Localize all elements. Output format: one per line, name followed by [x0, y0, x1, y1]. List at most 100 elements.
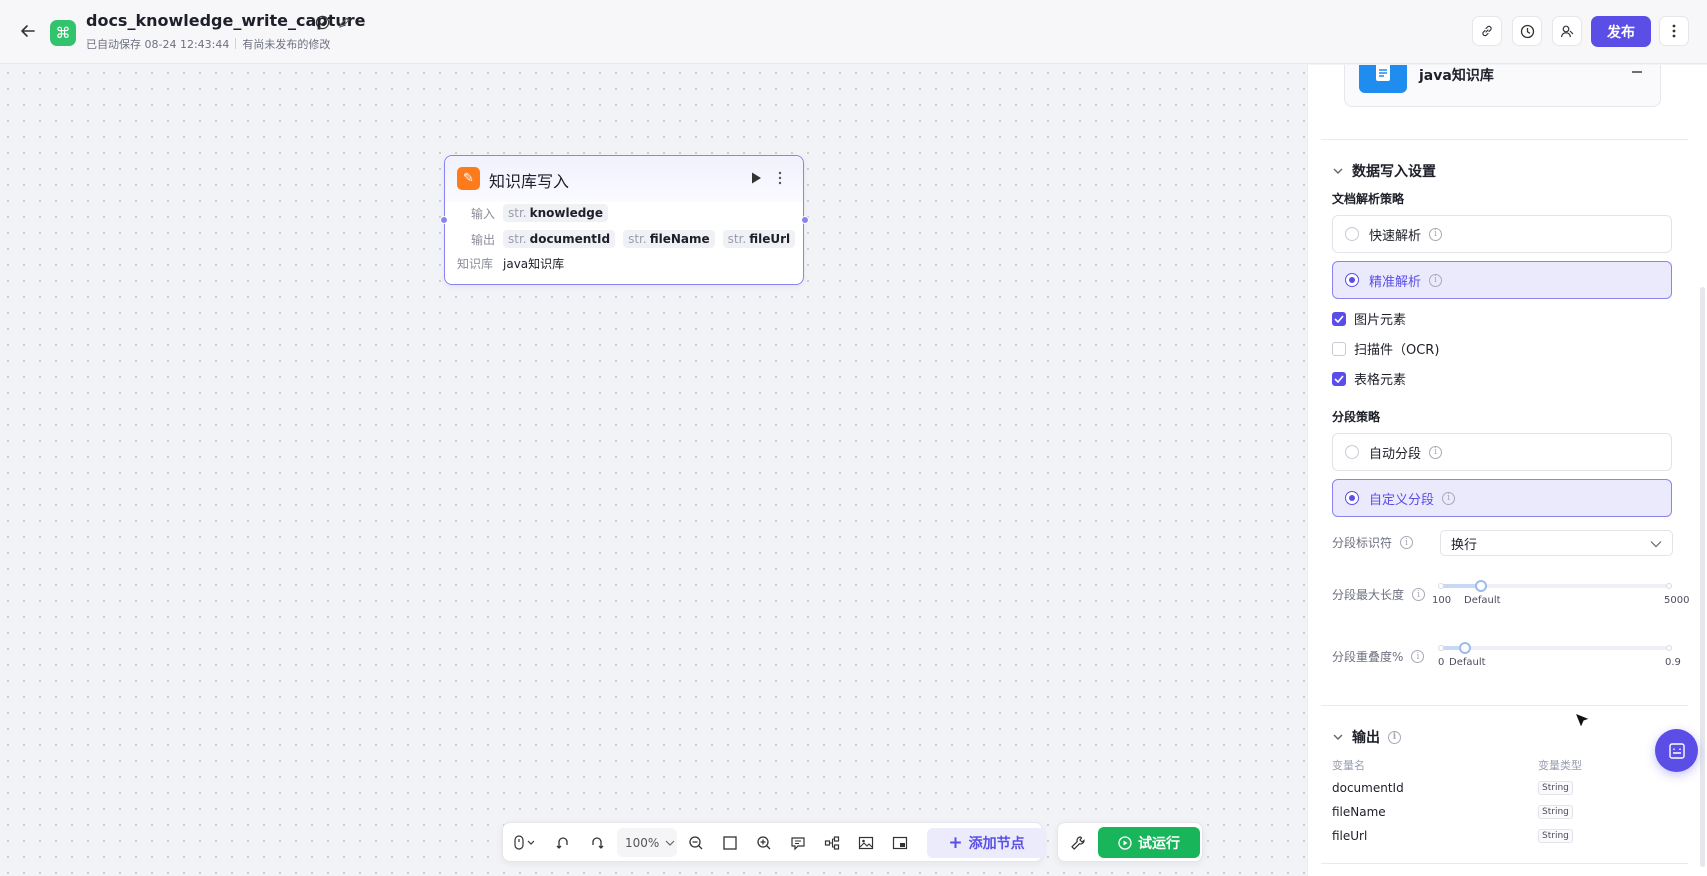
- autosave-text: 已自动保存 08-24 12:43:44: [86, 38, 230, 51]
- max-length-slider[interactable]: 100 Default 5000: [1432, 579, 1689, 609]
- info-icon: i: [1412, 588, 1426, 601]
- ocr-checkbox[interactable]: 扫描件（OCR): [1332, 339, 1439, 358]
- fast-parse-option[interactable]: 快速解析 i: [1332, 215, 1672, 253]
- comment-button[interactable]: [788, 833, 808, 853]
- fit-view-button[interactable]: [720, 833, 740, 853]
- info-icon: i: [1429, 445, 1443, 459]
- info-icon: i: [1429, 273, 1443, 287]
- slider-thumb[interactable]: [1459, 642, 1471, 654]
- table-elements-checkbox[interactable]: 表格元素: [1332, 369, 1406, 388]
- option-label: 快速解析: [1369, 228, 1422, 244]
- chevron-down-icon: [665, 840, 675, 846]
- var-type: str.: [727, 232, 747, 246]
- zoom-out-button[interactable]: [686, 833, 706, 853]
- comment-icon: [791, 837, 805, 851]
- back-arrow-icon[interactable]: [18, 21, 38, 41]
- more-vertical-icon: [1672, 24, 1676, 38]
- edit-pencil-icon[interactable]: [338, 15, 352, 29]
- output-var-tag: str. fileName: [623, 230, 715, 248]
- slider-default-label: Default: [1464, 595, 1501, 606]
- document-icon: [1359, 65, 1407, 93]
- assistant-icon: [1668, 742, 1685, 759]
- output-col-name: 变量名: [1332, 759, 1365, 772]
- input-port[interactable]: [440, 216, 448, 224]
- checkbox-label: 表格元素: [1354, 373, 1407, 388]
- save-status: 已自动保存 08-24 12:43:44 有尚未发布的修改: [86, 36, 330, 52]
- output-var-type: String: [1538, 805, 1573, 819]
- checkbox-label: 图片元素: [1354, 313, 1407, 328]
- checkbox-label: 扫描件（OCR): [1354, 343, 1440, 358]
- image-elements-checkbox[interactable]: 图片元素: [1332, 309, 1406, 328]
- node-kb-row: 知识库 java知识库: [457, 255, 564, 272]
- output-port[interactable]: [801, 216, 809, 224]
- auto-segment-option[interactable]: 自动分段 i: [1332, 433, 1672, 471]
- output-col-type: 变量类型: [1538, 759, 1582, 772]
- input-label: 输入: [470, 206, 495, 221]
- status-divider: [235, 38, 237, 49]
- knowledge-write-node[interactable]: ✎ 知识库写入 输入 str. knowledge 输出 str. document…: [440, 155, 809, 285]
- panel-scrollbar[interactable]: [1700, 287, 1705, 867]
- separator-label: 分段标识符: [1332, 536, 1393, 550]
- undo-button[interactable]: [553, 833, 573, 853]
- slider-min-dot: [1438, 645, 1444, 651]
- node-settings-panel: java知识库 数据写入设置 文档解析策略 快速解析 i 精准解析 i 图片元素…: [1307, 65, 1707, 876]
- var-name: knowledge: [529, 206, 604, 220]
- trial-run-label: 试运行: [1138, 835, 1180, 852]
- radio-button: [1345, 445, 1359, 459]
- zoom-select[interactable]: 100%: [617, 828, 677, 857]
- mouse-cursor-icon: [1573, 711, 1592, 730]
- option-label: 自定义分段: [1369, 492, 1435, 508]
- var-name: documentId: [529, 232, 611, 246]
- separator-select[interactable]: 换行: [1440, 530, 1673, 556]
- info-icon: i: [1442, 491, 1456, 505]
- overlap-slider[interactable]: 0 Default 0.9: [1438, 641, 1681, 671]
- slider-max-dot: [1666, 583, 1672, 589]
- link-button[interactable]: [1472, 16, 1502, 46]
- slider-track: [1439, 646, 1672, 650]
- more-menu-button[interactable]: [1659, 16, 1689, 46]
- chevron-down-icon: [1333, 168, 1343, 174]
- debug-tools-button[interactable]: [1068, 833, 1088, 853]
- unpublished-text: 有尚未发布的修改: [242, 38, 331, 51]
- output-section-header[interactable]: 输出 i: [1332, 727, 1401, 747]
- radio-button: [1345, 273, 1359, 287]
- play-circle-icon: [1118, 835, 1132, 850]
- chevron-down-icon: [1650, 541, 1662, 548]
- overlap-label-row: 分段重叠度% i: [1332, 648, 1425, 665]
- output-var-type: String: [1538, 829, 1573, 843]
- write-settings-header[interactable]: 数据写入设置: [1332, 161, 1436, 181]
- separator-label-row: 分段标识符 i: [1332, 534, 1414, 551]
- play-icon[interactable]: [749, 171, 763, 185]
- image-icon: [858, 836, 874, 850]
- remove-icon[interactable]: [1631, 66, 1643, 78]
- more-vertical-icon[interactable]: [775, 170, 785, 186]
- output-var-name: fileUrl: [1332, 829, 1368, 843]
- collaborators-button[interactable]: [1552, 16, 1582, 46]
- custom-segment-option[interactable]: 自定义分段 i: [1332, 479, 1672, 517]
- image-button[interactable]: [856, 833, 876, 853]
- trial-run-button[interactable]: 试运行: [1098, 827, 1200, 858]
- slider-max-label: 0.9: [1665, 657, 1681, 668]
- info-icon: i: [1411, 650, 1425, 663]
- output-var-tag: str. documentId: [503, 230, 616, 248]
- radio-button: [1345, 227, 1359, 241]
- history-button[interactable]: [1512, 16, 1542, 46]
- output-title: 输出: [1352, 730, 1380, 746]
- slider-thumb[interactable]: [1475, 580, 1487, 592]
- chevron-down-icon: [1333, 734, 1343, 740]
- radio-button: [1345, 491, 1359, 505]
- zoom-in-button[interactable]: [754, 833, 774, 853]
- pointer-mode-button[interactable]: [511, 833, 541, 853]
- output-var-tag: str. fileUrl: [722, 230, 796, 248]
- precise-parse-option[interactable]: 精准解析 i: [1332, 261, 1672, 299]
- workflow-canvas[interactable]: ✎ 知识库写入 输入 str. knowledge 输出 str. document…: [0, 65, 1307, 876]
- publish-button[interactable]: 发布: [1591, 16, 1651, 47]
- assistant-fab[interactable]: [1655, 729, 1698, 772]
- knowledge-write-icon: ✎: [457, 167, 480, 190]
- minimap-button[interactable]: [890, 833, 910, 853]
- auto-layout-button[interactable]: [822, 833, 842, 853]
- redo-button[interactable]: [587, 833, 607, 853]
- checkbox: [1332, 341, 1346, 356]
- add-node-button[interactable]: + 添加节点: [927, 828, 1046, 858]
- checkbox: [1332, 311, 1346, 326]
